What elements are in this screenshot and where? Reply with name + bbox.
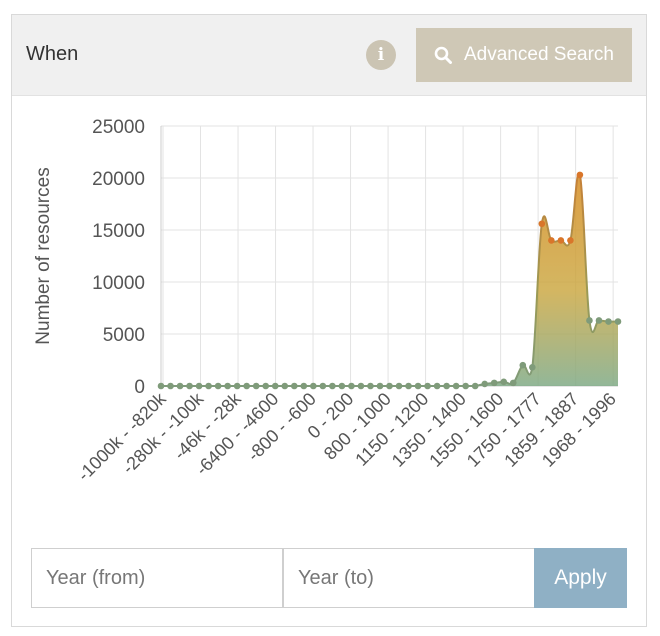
year-filter-row: Apply bbox=[31, 548, 627, 608]
info-icon[interactable]: i bbox=[366, 40, 396, 70]
data-point bbox=[424, 382, 431, 390]
area-fill bbox=[161, 172, 618, 386]
data-point bbox=[490, 379, 498, 387]
data-point bbox=[567, 237, 574, 244]
y-tick-label: 10000 bbox=[92, 273, 145, 294]
data-point bbox=[186, 382, 193, 390]
search-icon bbox=[434, 46, 452, 64]
data-point bbox=[271, 382, 279, 390]
data-point bbox=[471, 382, 479, 390]
data-point bbox=[357, 382, 365, 390]
data-point bbox=[329, 382, 336, 390]
data-point bbox=[395, 382, 403, 390]
chart-svg: 0500010000150002000025000-1000k - -820k-… bbox=[33, 117, 622, 485]
data-point bbox=[405, 382, 412, 390]
data-point bbox=[319, 382, 327, 390]
data-point bbox=[586, 317, 593, 324]
data-point bbox=[433, 382, 441, 390]
data-point bbox=[462, 382, 469, 390]
year-from-input[interactable] bbox=[31, 548, 283, 608]
advanced-search-button[interactable]: Advanced Search bbox=[416, 28, 632, 82]
data-point bbox=[262, 382, 270, 390]
year-to-input[interactable] bbox=[283, 548, 535, 608]
data-point bbox=[205, 382, 212, 390]
data-point bbox=[338, 382, 346, 390]
panel-title: When bbox=[26, 43, 79, 65]
data-point bbox=[243, 382, 250, 390]
data-point bbox=[605, 318, 612, 325]
data-point bbox=[290, 382, 298, 390]
data-point bbox=[300, 382, 308, 390]
date-histogram-chart: 0 5000 10000 15000 20000 25000 -1000k - -820k -… bbox=[12, 95, 646, 535]
data-point bbox=[519, 361, 527, 369]
data-point bbox=[367, 382, 374, 390]
data-point bbox=[443, 382, 450, 390]
advanced-search-label: Advanced Search bbox=[464, 44, 614, 65]
data-point bbox=[214, 382, 222, 390]
data-point bbox=[576, 171, 584, 179]
y-tick-label: 0 bbox=[134, 377, 145, 398]
data-point bbox=[310, 382, 317, 390]
data-point bbox=[176, 382, 184, 390]
data-point bbox=[595, 317, 603, 324]
apply-button[interactable]: Apply bbox=[534, 548, 627, 608]
data-point bbox=[548, 237, 555, 244]
data-point bbox=[452, 382, 460, 390]
panel-header: When i Advanced Search bbox=[12, 15, 646, 96]
data-point bbox=[233, 382, 241, 390]
data-point bbox=[414, 382, 422, 390]
y-tick-label: 15000 bbox=[92, 221, 145, 242]
data-point bbox=[252, 382, 260, 390]
data-point bbox=[614, 318, 622, 325]
data-point bbox=[167, 382, 174, 390]
data-point bbox=[500, 378, 508, 386]
y-tick-label: 5000 bbox=[103, 325, 145, 346]
data-point bbox=[557, 237, 565, 244]
data-point bbox=[195, 382, 203, 390]
y-tick-label: 20000 bbox=[92, 169, 145, 190]
data-point bbox=[509, 379, 517, 387]
data-point bbox=[281, 382, 289, 390]
data-point bbox=[529, 363, 536, 371]
data-point bbox=[481, 380, 489, 388]
y-axis-title: Number of resources bbox=[33, 167, 54, 344]
y-tick-label: 25000 bbox=[92, 117, 145, 138]
data-point bbox=[348, 382, 355, 390]
when-facet-panel: When i Advanced Search 0 5000 10000 15000 20… bbox=[11, 14, 647, 627]
data-point bbox=[386, 382, 393, 390]
data-point bbox=[538, 220, 546, 228]
data-point bbox=[157, 382, 165, 390]
